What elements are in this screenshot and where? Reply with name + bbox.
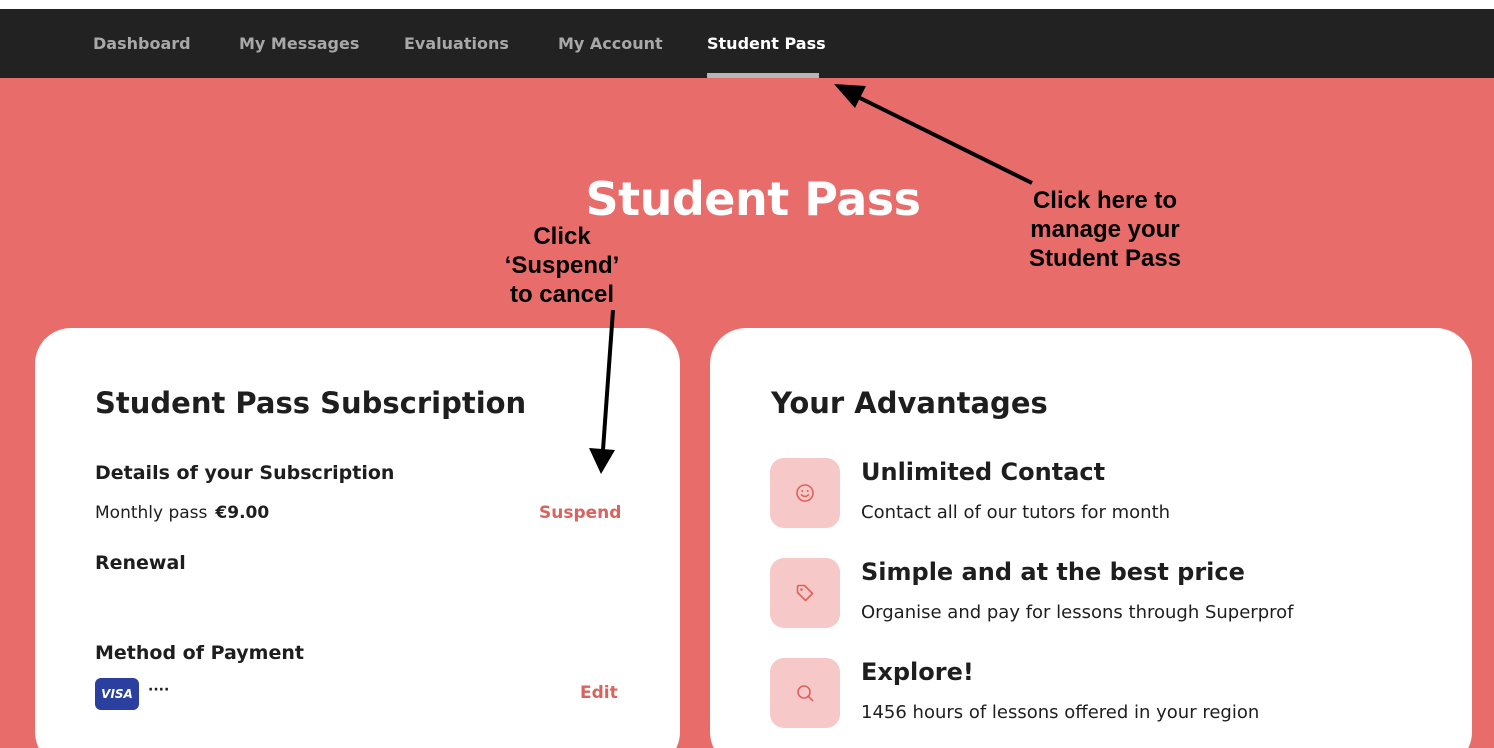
advantage-title: Unlimited Contact xyxy=(861,458,1106,486)
annotation-line: Click here to xyxy=(1032,187,1178,214)
advantage-icon-tile xyxy=(770,558,840,628)
arrow-to-student-pass-tab xyxy=(857,95,1033,185)
edit-payment-button[interactable]: Edit xyxy=(580,683,618,703)
annotation-line: Student Pass xyxy=(1028,245,1182,272)
advantages-card: Your Advantages Unlimited Contact Contac… xyxy=(710,328,1472,748)
subscription-card: Student Pass Subscription Details of you… xyxy=(35,328,680,748)
top-strip xyxy=(0,0,1494,9)
annotation-suspend-note: Click ‘Suspend’ to cancel xyxy=(482,222,642,309)
nav-student-pass[interactable]: Student Pass xyxy=(707,9,826,78)
renewal-heading: Renewal xyxy=(95,552,186,574)
details-heading: Details of your Subscription xyxy=(95,462,395,484)
plan-name: Monthly pass xyxy=(95,503,208,523)
advantage-icon-tile xyxy=(770,658,840,728)
nav-dashboard[interactable]: Dashboard xyxy=(93,9,191,78)
advantage-description: 1456 hours of lessons offered in your re… xyxy=(861,702,1260,723)
advantages-title: Your Advantages xyxy=(771,386,1048,420)
advantage-title: Simple and at the best price xyxy=(861,558,1245,586)
arrowhead-icon xyxy=(834,84,866,108)
advantage-description: Organise and pay for lessons through Sup… xyxy=(861,602,1294,623)
annotation-line: manage your xyxy=(1030,216,1180,243)
annotation-line: ‘Suspend’ xyxy=(504,252,620,279)
nav-my-messages[interactable]: My Messages xyxy=(239,9,359,78)
annotation-line: to cancel xyxy=(509,281,615,308)
page-title: Student Pass xyxy=(585,172,921,226)
smiley-icon xyxy=(796,484,814,502)
suspend-button[interactable]: Suspend xyxy=(539,503,621,523)
active-tab-indicator xyxy=(707,73,819,78)
top-navbar: Dashboard My Messages Evaluations My Acc… xyxy=(0,9,1494,78)
annotation-line: Click xyxy=(533,223,591,250)
nav-my-account[interactable]: My Account xyxy=(558,9,663,78)
card-number-masked: ···· xyxy=(148,682,170,698)
visa-card-icon: VISA xyxy=(95,678,139,710)
search-icon xyxy=(797,685,814,702)
plan-price: €9.00 xyxy=(215,503,270,523)
advantage-description: Contact all of our tutors for month xyxy=(861,502,1171,523)
tag-icon xyxy=(796,584,814,602)
nav-evaluations[interactable]: Evaluations xyxy=(404,9,509,78)
payment-heading: Method of Payment xyxy=(95,642,304,664)
advantage-title: Explore! xyxy=(861,658,974,686)
annotation-nav-note: Click here to manage your Student Pass xyxy=(1005,186,1205,273)
advantage-icon-tile xyxy=(770,458,840,528)
subscription-title: Student Pass Subscription xyxy=(95,386,527,420)
plan-row: Monthly pass €9.00 xyxy=(95,503,269,523)
